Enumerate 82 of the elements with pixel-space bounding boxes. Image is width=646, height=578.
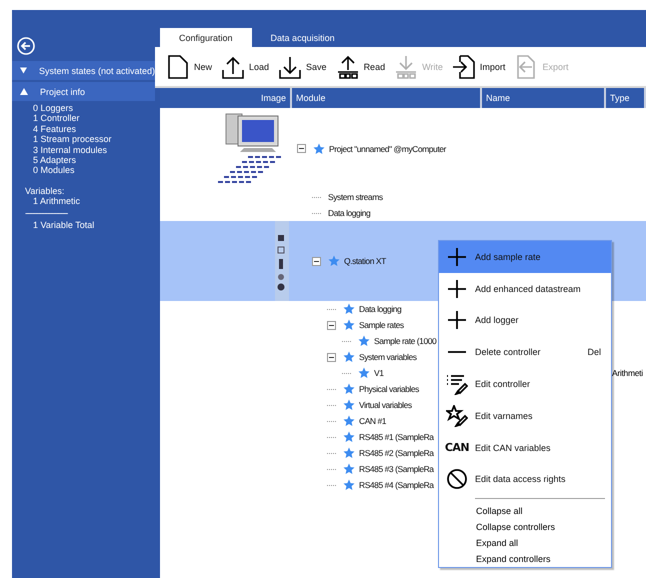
star-icon xyxy=(343,399,355,411)
type-cell-text: Arithmeti xyxy=(611,367,644,380)
section-header[interactable]: Project info xyxy=(12,82,155,101)
star-icon xyxy=(343,351,355,363)
tree-item-label[interactable]: Project "unnamed" @myComputer xyxy=(329,144,446,154)
info-line: 1 Arithmetic xyxy=(32,196,82,207)
collapse-icon[interactable] xyxy=(297,144,306,153)
menu-item[interactable]: Collapse controllers xyxy=(439,519,611,536)
tree-item-label[interactable]: RS485 #4 (SampleRa xyxy=(359,480,434,490)
tree-item-label[interactable]: RS485 #1 (SampleRa xyxy=(359,432,434,442)
menu-item[interactable]: Add sample rate xyxy=(439,241,611,273)
toolbar-button[interactable]: Load xyxy=(221,54,270,80)
star-icon xyxy=(328,255,340,267)
shortcut-label: Del xyxy=(587,347,601,358)
prohibited-icon xyxy=(446,468,468,490)
star-icon xyxy=(358,367,370,379)
tree-item-label[interactable]: Sample rate (1000 xyxy=(374,336,436,346)
tree-item-label[interactable]: Sample rates xyxy=(359,320,404,330)
info-line: 1 Controller xyxy=(32,113,81,124)
toolbar-button[interactable]: Save xyxy=(278,54,327,80)
total-line: 1 Variable Total xyxy=(32,220,96,230)
toolbar-button[interactable]: New xyxy=(166,54,212,80)
network-download-icon xyxy=(394,54,418,80)
collapse-icon[interactable] xyxy=(327,352,336,362)
menu-item[interactable]: Edit varnames xyxy=(439,400,611,432)
plus-icon xyxy=(446,246,468,268)
import-icon xyxy=(452,54,476,80)
minus-icon xyxy=(446,350,468,354)
tree-item-label[interactable]: Data logging xyxy=(359,304,402,314)
star-icon xyxy=(358,335,370,347)
tree-item-label[interactable]: CAN #1 xyxy=(359,416,386,426)
section-header[interactable]: System states (not activated) xyxy=(12,61,155,80)
back-icon[interactable] xyxy=(17,37,35,55)
network-upload-icon xyxy=(336,54,360,80)
plus-icon xyxy=(446,278,468,300)
tree-item-label[interactable]: Q.station XT xyxy=(344,256,386,266)
menu-item[interactable]: Expand all xyxy=(439,535,611,552)
menu-item[interactable]: Edit controller xyxy=(439,368,611,400)
info-line: 4 Features xyxy=(32,124,78,134)
tree-item-label[interactable]: System streams xyxy=(328,192,383,202)
info-line: 3 Internal modules xyxy=(32,144,108,156)
star-icon xyxy=(343,319,355,331)
tree-item-label[interactable]: System variables xyxy=(359,352,417,362)
star-icon xyxy=(343,479,355,491)
section-title: System states (not activated) xyxy=(38,66,155,76)
star-icon xyxy=(343,303,355,315)
variables-label: Variables: xyxy=(24,186,66,196)
star-icon xyxy=(343,383,355,395)
tree-item-label[interactable]: Virtual variables xyxy=(359,400,412,410)
tree-item-label[interactable]: Physical variables xyxy=(359,384,419,394)
collapse-icon[interactable] xyxy=(327,320,336,330)
info-line: 0 Loggers xyxy=(32,103,74,114)
tab[interactable]: Data acquisition xyxy=(252,28,354,47)
menu-item[interactable]: Collapse all xyxy=(439,503,611,520)
tree-item-label[interactable]: Data logging xyxy=(328,208,370,218)
document-icon xyxy=(166,54,190,80)
info-line: 1 Stream processor xyxy=(32,134,113,145)
list-pencil-icon xyxy=(446,373,468,396)
star-icon xyxy=(343,447,355,459)
toolbar-button[interactable]: Read xyxy=(336,54,386,80)
menu-item[interactable]: Delete controller Del xyxy=(439,336,611,368)
star-icon xyxy=(343,463,355,475)
tree-item-label[interactable]: V1 xyxy=(374,368,384,378)
star-pencil-icon xyxy=(446,404,468,427)
separator-text: ---------------------------- xyxy=(24,208,68,217)
plus-icon xyxy=(446,309,468,332)
can-icon: CAN xyxy=(444,441,470,454)
menu-item[interactable]: CAN Edit CAN variables xyxy=(439,432,611,464)
tab[interactable]: Configuration xyxy=(160,28,252,47)
menu-item[interactable]: Expand controllers xyxy=(439,551,611,567)
toolbar-button[interactable]: Import xyxy=(452,54,506,80)
menu-item[interactable]: Edit data access rights xyxy=(439,464,611,496)
tree-item-label[interactable]: RS485 #2 (SampleRa xyxy=(359,448,434,458)
star-icon xyxy=(343,415,355,427)
section-title: Project info xyxy=(40,86,86,96)
star-icon xyxy=(343,431,355,443)
tree-item-label[interactable]: RS485 #3 (SampleRa xyxy=(359,464,434,474)
info-line: 5 Adapters xyxy=(32,155,78,166)
star-icon xyxy=(313,142,325,154)
info-line: 0 Modules xyxy=(32,165,76,176)
collapse-icon[interactable] xyxy=(312,256,321,266)
menu-item[interactable]: Add logger xyxy=(439,304,611,336)
